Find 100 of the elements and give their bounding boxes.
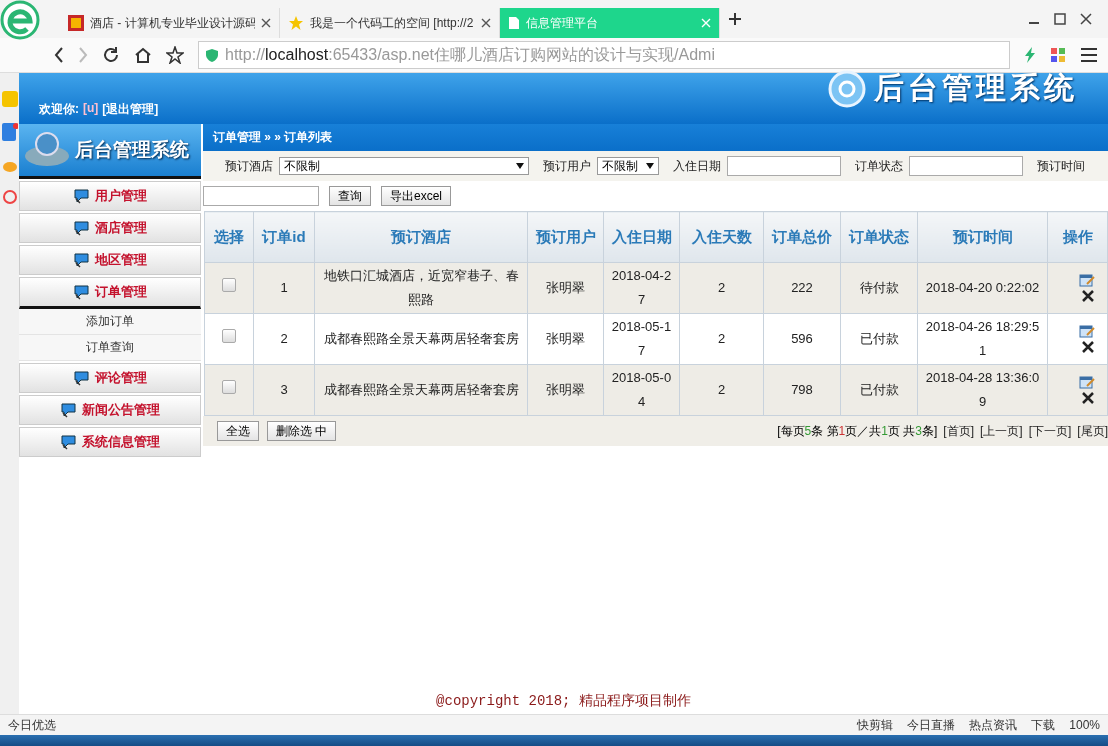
page-link[interactable]: [上一页] bbox=[980, 422, 1023, 440]
menu-icon[interactable] bbox=[1080, 47, 1098, 63]
menu-item[interactable]: 评论管理 bbox=[19, 363, 201, 393]
close-icon[interactable] bbox=[481, 18, 491, 28]
row-checkbox[interactable] bbox=[222, 329, 236, 343]
column-header: 订单总价 bbox=[763, 211, 841, 263]
bulk-action-button[interactable]: 删除选 中 bbox=[267, 421, 337, 441]
delete-icon[interactable] bbox=[1081, 391, 1095, 405]
logout-link[interactable]: [退出管理] bbox=[102, 101, 159, 118]
status-item[interactable]: 快剪辑 bbox=[857, 716, 894, 734]
submenu-item[interactable]: 添加订单 bbox=[19, 309, 201, 335]
filter-select[interactable]: 不限制 bbox=[597, 157, 659, 175]
table-cell: 地铁口汇城酒店，近宽窄巷子、春熙路 bbox=[314, 262, 528, 314]
table-cell: 2 bbox=[679, 313, 764, 365]
welcome-label: 欢迎你: bbox=[39, 101, 79, 118]
maximize-icon[interactable] bbox=[1054, 13, 1066, 25]
table-cell: 2 bbox=[679, 364, 764, 416]
column-header: 订单id bbox=[253, 211, 315, 263]
filter-label: 入住日期 bbox=[673, 157, 721, 175]
menu-item[interactable]: 新闻公告管理 bbox=[19, 395, 201, 425]
table-cell: 2018-04-28 13:36:09 bbox=[917, 364, 1048, 416]
new-tab-icon[interactable] bbox=[728, 12, 742, 26]
table-cell: 张明翠 bbox=[527, 313, 604, 365]
document-icon[interactable] bbox=[1, 123, 18, 141]
reload-icon[interactable] bbox=[102, 46, 120, 64]
breadcrumb: 订单管理 » » 订单列表 bbox=[203, 124, 1108, 151]
bulk-action-button[interactable]: 全选 bbox=[217, 421, 259, 441]
page-link[interactable]: [下一页] bbox=[1028, 422, 1072, 440]
copyright-text: @copyright 2018; 精品程序项目制作 bbox=[436, 692, 691, 711]
page-icon bbox=[508, 16, 520, 30]
zoom-level[interactable]: 100% bbox=[1069, 718, 1100, 732]
close-icon[interactable] bbox=[261, 18, 271, 28]
menu-item[interactable]: 系统信息管理 bbox=[19, 427, 201, 457]
table-cell: 2018-04-27 bbox=[603, 262, 680, 314]
status-item[interactable]: 下载 bbox=[1031, 716, 1056, 734]
hotel-favicon-icon bbox=[68, 15, 84, 31]
status-item[interactable]: 今日优选 bbox=[8, 716, 56, 734]
page-link[interactable]: [首页] bbox=[943, 422, 974, 440]
menu-item[interactable]: 订单管理 bbox=[19, 277, 201, 309]
table-cell: 798 bbox=[763, 364, 841, 416]
column-header: 操作 bbox=[1047, 211, 1108, 263]
home-icon[interactable] bbox=[134, 46, 152, 64]
table-cell: 已付款 bbox=[840, 364, 918, 416]
filter-field[interactable] bbox=[727, 156, 841, 176]
menu-item[interactable]: 用户管理 bbox=[19, 181, 201, 211]
column-header: 选择 bbox=[204, 211, 254, 263]
menu-item[interactable]: 地区管理 bbox=[19, 245, 201, 275]
filter-label: 订单状态 bbox=[855, 157, 903, 175]
page-summary: [每页5条 第1页／共1页 共3条] bbox=[777, 422, 938, 440]
table-cell: 3 bbox=[253, 364, 315, 416]
action-button[interactable]: 导出excel bbox=[381, 186, 451, 206]
edit-icon[interactable] bbox=[1079, 324, 1095, 338]
table-cell: 张明翠 bbox=[527, 364, 604, 416]
filter-select[interactable]: 不限制 bbox=[279, 157, 529, 175]
table-cell: 成都春熙路全景天幕两居轻奢套房 bbox=[314, 313, 528, 365]
table-cell: 待付款 bbox=[840, 262, 918, 314]
shield-icon bbox=[205, 48, 219, 62]
filter-field[interactable] bbox=[909, 156, 1023, 176]
table-cell: 已付款 bbox=[840, 313, 918, 365]
row-checkbox[interactable] bbox=[222, 278, 236, 292]
delete-icon[interactable] bbox=[1081, 289, 1095, 303]
table-cell: 2018-05-04 bbox=[603, 364, 680, 416]
apps-icon[interactable] bbox=[1050, 47, 1066, 63]
table-cell: 2018-04-20 0:22:02 bbox=[917, 262, 1048, 314]
filter-label: 预订时间 bbox=[1037, 157, 1085, 175]
dropdown-caret-icon bbox=[516, 163, 524, 169]
column-header: 预订时间 bbox=[917, 211, 1048, 263]
page-link[interactable]: [尾页] bbox=[1077, 422, 1108, 440]
filter-label: 预订酒店 bbox=[225, 157, 273, 175]
table-cell: 2 bbox=[679, 262, 764, 314]
sidebar-title: 后台管理系统 bbox=[75, 138, 189, 162]
row-checkbox[interactable] bbox=[222, 380, 236, 394]
system-title: 后台管理系统 bbox=[874, 70, 1078, 106]
delete-icon[interactable] bbox=[1081, 340, 1095, 354]
column-header: 入住日期 bbox=[603, 211, 680, 263]
table-cell: 1 bbox=[253, 262, 315, 314]
column-header: 入住天数 bbox=[679, 211, 764, 263]
dropdown-caret-icon bbox=[646, 163, 654, 169]
table-cell: 2018-04-26 18:29:51 bbox=[917, 313, 1048, 365]
back-icon[interactable] bbox=[54, 47, 64, 63]
bookmark-star-icon[interactable] bbox=[166, 46, 184, 64]
status-item[interactable]: 今日直播 bbox=[907, 716, 956, 734]
status-item[interactable]: 热点资讯 bbox=[969, 716, 1018, 734]
address-field[interactable]: http://localhost:65433/asp.net住哪儿酒店订购网站的设计与实现/Admi bbox=[198, 41, 1010, 69]
table-cell: 2018-05-17 bbox=[603, 313, 680, 365]
search-field[interactable] bbox=[203, 186, 319, 206]
menu-item[interactable]: 酒店管理 bbox=[19, 213, 201, 243]
filter-label: 预订用户 bbox=[543, 157, 591, 175]
table-cell: 成都春熙路全景天幕两居轻奢套房 bbox=[314, 364, 528, 416]
action-button[interactable]: 查询 bbox=[329, 186, 371, 206]
column-header: 预订用户 bbox=[527, 211, 604, 263]
column-header: 预订酒店 bbox=[314, 211, 528, 263]
submenu-item[interactable]: 订单查询 bbox=[19, 335, 201, 361]
table-cell: 222 bbox=[763, 262, 841, 314]
close-icon[interactable] bbox=[1080, 13, 1092, 25]
table-cell: 596 bbox=[763, 313, 841, 365]
table-cell: 2 bbox=[253, 313, 315, 365]
edit-icon[interactable] bbox=[1079, 273, 1095, 287]
edit-icon[interactable] bbox=[1079, 375, 1095, 389]
table-cell: 张明翠 bbox=[527, 262, 604, 314]
